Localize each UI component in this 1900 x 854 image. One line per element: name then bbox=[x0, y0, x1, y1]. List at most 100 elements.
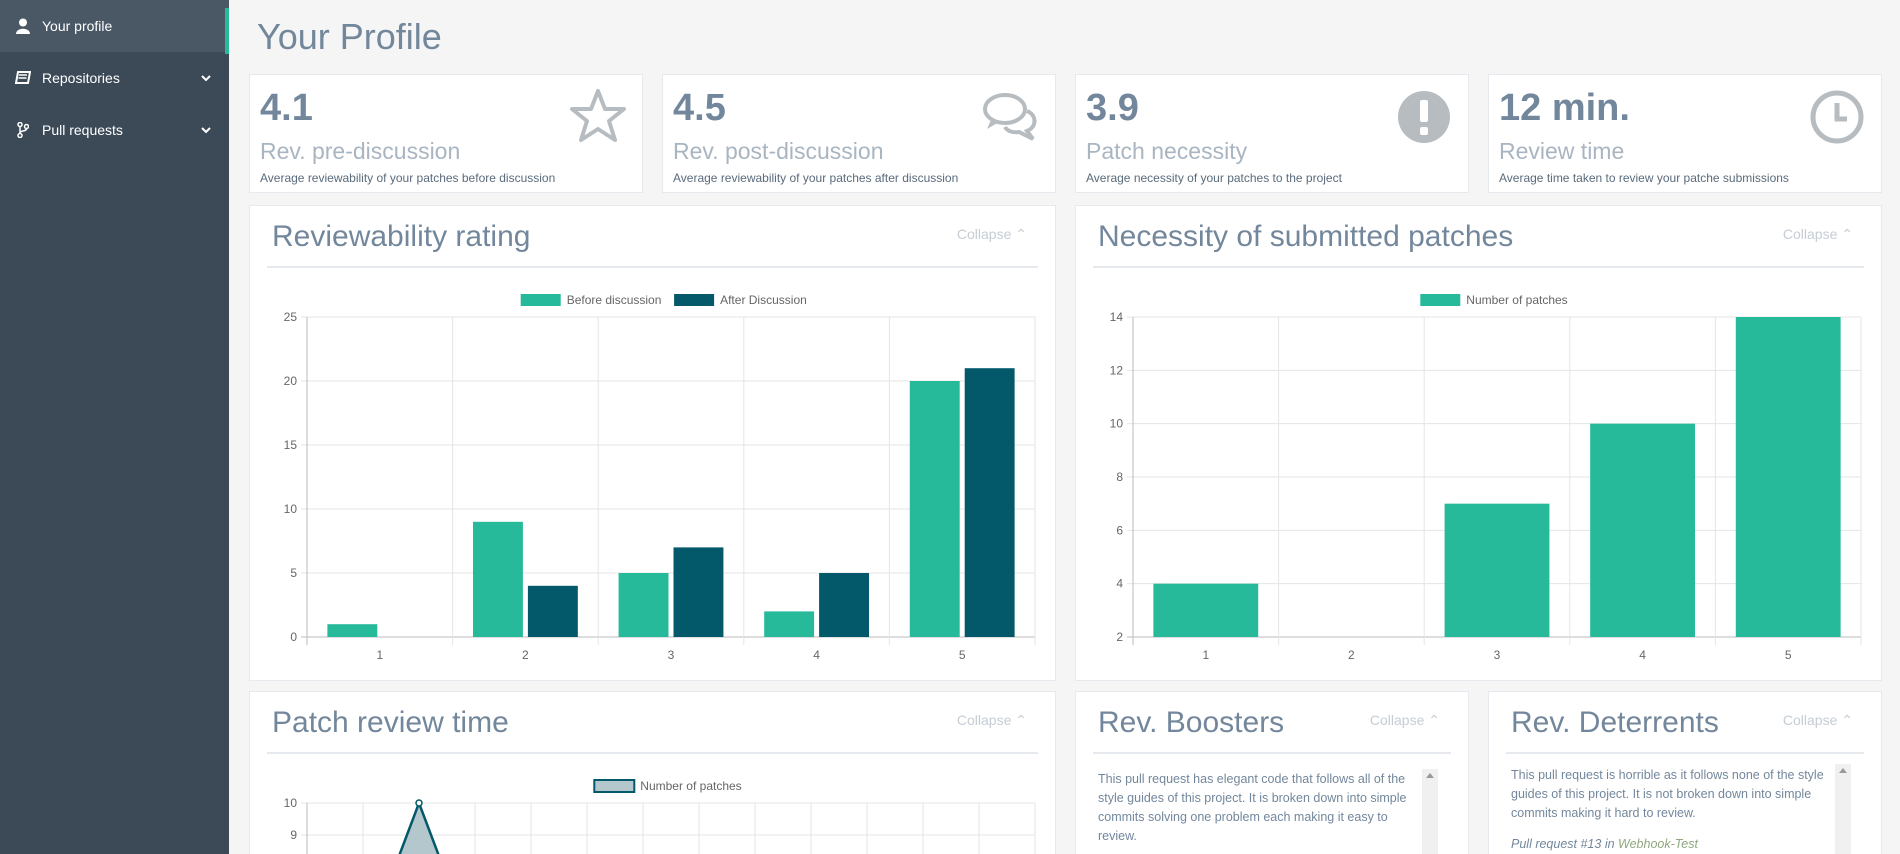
tile-desc: Average reviewability of your patches af… bbox=[673, 171, 959, 185]
y-tick-label: 0 bbox=[290, 630, 297, 644]
pull-request-link[interactable]: Pull request #13 in Webhook-Test bbox=[1511, 835, 1841, 854]
tile-name: Rev. post-discussion bbox=[673, 138, 884, 164]
chevron-down-icon bbox=[201, 122, 211, 138]
scroll-up-icon[interactable] bbox=[1839, 768, 1847, 773]
sidebar-item-label: Your profile bbox=[42, 18, 113, 34]
x-tick-label: 5 bbox=[1785, 648, 1792, 662]
review-time-line-chart: Number of patches 10 9 bbox=[284, 779, 1036, 854]
y-tick-label: 10 bbox=[1110, 417, 1124, 431]
star-icon bbox=[570, 89, 626, 142]
x-tick-label: 3 bbox=[668, 648, 675, 662]
scrollbar[interactable] bbox=[1835, 764, 1851, 854]
x-tick-label: 4 bbox=[813, 648, 820, 662]
panel-patch-review-time: Patch review time Collapse ⌃ Number of p… bbox=[249, 691, 1056, 854]
necessity-bar-chart: Number of patches24681012141 2 3 4 5 bbox=[1110, 293, 1862, 662]
bar bbox=[673, 547, 724, 637]
sidebar-item-label: Repositories bbox=[42, 70, 120, 86]
collapse-label: Collapse bbox=[1782, 712, 1838, 728]
tile-rev-pre-discussion: 4.1 Rev. pre-discussion Average reviewab… bbox=[249, 74, 643, 193]
y-tick-label: 15 bbox=[284, 438, 298, 452]
sidebar-item-your-profile[interactable]: Your profile bbox=[0, 0, 229, 54]
bar bbox=[618, 573, 669, 637]
bar bbox=[527, 585, 578, 637]
tile-rev-post-discussion: 4.5 Rev. post-discussion Average reviewa… bbox=[662, 74, 1056, 193]
sidebar-item-pull-requests[interactable]: Pull requests bbox=[0, 104, 229, 156]
panel-necessity-of-submitted-patches: Necessity of submitted patches Collapse … bbox=[1075, 205, 1882, 681]
scroll-up-icon[interactable] bbox=[1426, 773, 1434, 778]
comments-icon bbox=[983, 93, 1037, 141]
panel-reviewability-rating: Reviewability rating Collapse ⌃ Before d… bbox=[249, 205, 1056, 681]
main-content: Your Profile 4.1 Rev. pre-discussion Ave… bbox=[229, 0, 1900, 854]
y-tick-label: 14 bbox=[1110, 310, 1124, 324]
y-tick-label: 9 bbox=[290, 828, 297, 842]
tile-review-time: 12 min. Review time Average time taken t… bbox=[1488, 74, 1882, 193]
exclamation-icon bbox=[1398, 91, 1450, 143]
y-tick-label: 10 bbox=[284, 796, 298, 810]
y-tick-label: 20 bbox=[284, 374, 298, 388]
panel-divider bbox=[1093, 752, 1451, 754]
legend-swatch bbox=[674, 294, 715, 306]
sidebar: Your profile Repositories Pull requests bbox=[0, 0, 229, 854]
reviewability-bar-chart: Before discussion After Discussion0510152… bbox=[284, 293, 1036, 662]
y-tick-label: 2 bbox=[1116, 630, 1123, 644]
y-tick-label: 12 bbox=[1110, 363, 1124, 377]
y-tick-label: 4 bbox=[1116, 577, 1123, 591]
bar bbox=[1153, 583, 1259, 637]
bar bbox=[1444, 503, 1550, 637]
panel-divider bbox=[1506, 752, 1864, 754]
legend-swatch bbox=[1420, 294, 1461, 306]
x-tick-label: 1 bbox=[376, 648, 383, 662]
collapse-button[interactable]: Collapse ⌃ bbox=[1370, 712, 1440, 729]
pull-request-number: Pull request #13 bbox=[1511, 837, 1602, 851]
x-tick-label: 5 bbox=[959, 648, 966, 662]
tile-name: Rev. pre-discussion bbox=[260, 138, 461, 164]
bar bbox=[1590, 423, 1696, 637]
sidebar-item-label: Pull requests bbox=[42, 122, 123, 138]
bar bbox=[472, 521, 523, 637]
panel-title: Rev. Boosters bbox=[1098, 706, 1285, 739]
legend-label: Number of patches bbox=[1466, 293, 1567, 307]
bar bbox=[764, 611, 815, 637]
collapse-button[interactable]: Collapse ⌃ bbox=[1783, 712, 1853, 729]
tile-desc: Average reviewability of your patches be… bbox=[260, 171, 556, 185]
deterrent-entry: This pull request is horrible as it foll… bbox=[1511, 766, 1841, 854]
bar bbox=[964, 368, 1015, 637]
line-area bbox=[398, 799, 440, 854]
panel-title: Rev. Deterrents bbox=[1511, 706, 1719, 739]
legend-label: Before discussion bbox=[567, 293, 662, 307]
chevron-up-icon: ⌃ bbox=[1428, 712, 1440, 728]
user-icon bbox=[14, 17, 32, 35]
tile-count: 12 min. bbox=[1499, 87, 1630, 129]
x-tick-label: 2 bbox=[1348, 648, 1355, 662]
tile-desc: Average necessity of your patches to the… bbox=[1086, 171, 1342, 185]
tile-patch-necessity: 3.9 Patch necessity Average necessity of… bbox=[1075, 74, 1469, 193]
panel-rev-deterrents: Rev. Deterrents Collapse ⌃ This pull req… bbox=[1488, 691, 1882, 854]
collapse-label: Collapse bbox=[1369, 712, 1425, 728]
tile-name: Review time bbox=[1499, 138, 1625, 164]
legend-label: Number of patches bbox=[640, 779, 741, 793]
legend-swatch bbox=[520, 294, 561, 306]
tile-count: 4.5 bbox=[673, 87, 726, 129]
x-tick-label: 3 bbox=[1494, 648, 1501, 662]
y-tick-label: 10 bbox=[284, 502, 298, 516]
legend-label: After Discussion bbox=[720, 293, 807, 307]
y-tick-label: 5 bbox=[290, 566, 297, 580]
booster-text: This pull request has elegant code that … bbox=[1098, 772, 1407, 843]
x-tick-label: 2 bbox=[522, 648, 529, 662]
scrollbar[interactable] bbox=[1422, 769, 1438, 854]
bar bbox=[1735, 317, 1841, 637]
bar bbox=[909, 381, 960, 637]
sidebar-item-repositories[interactable]: Repositories bbox=[0, 52, 229, 104]
branch-icon bbox=[14, 121, 32, 139]
tile-count: 3.9 bbox=[1086, 87, 1139, 129]
clock-icon bbox=[1810, 90, 1864, 144]
data-point bbox=[415, 799, 423, 807]
deterrent-text: This pull request is horrible as it foll… bbox=[1511, 768, 1824, 820]
tile-desc: Average time taken to review your patche… bbox=[1499, 171, 1789, 185]
meta-in: in bbox=[1601, 837, 1619, 851]
y-tick-label: 25 bbox=[284, 310, 298, 324]
x-tick-label: 4 bbox=[1639, 648, 1646, 662]
repo-name: Webhook-Test bbox=[1618, 837, 1698, 851]
x-tick-label: 1 bbox=[1202, 648, 1209, 662]
page-title: Your Profile bbox=[257, 16, 442, 57]
